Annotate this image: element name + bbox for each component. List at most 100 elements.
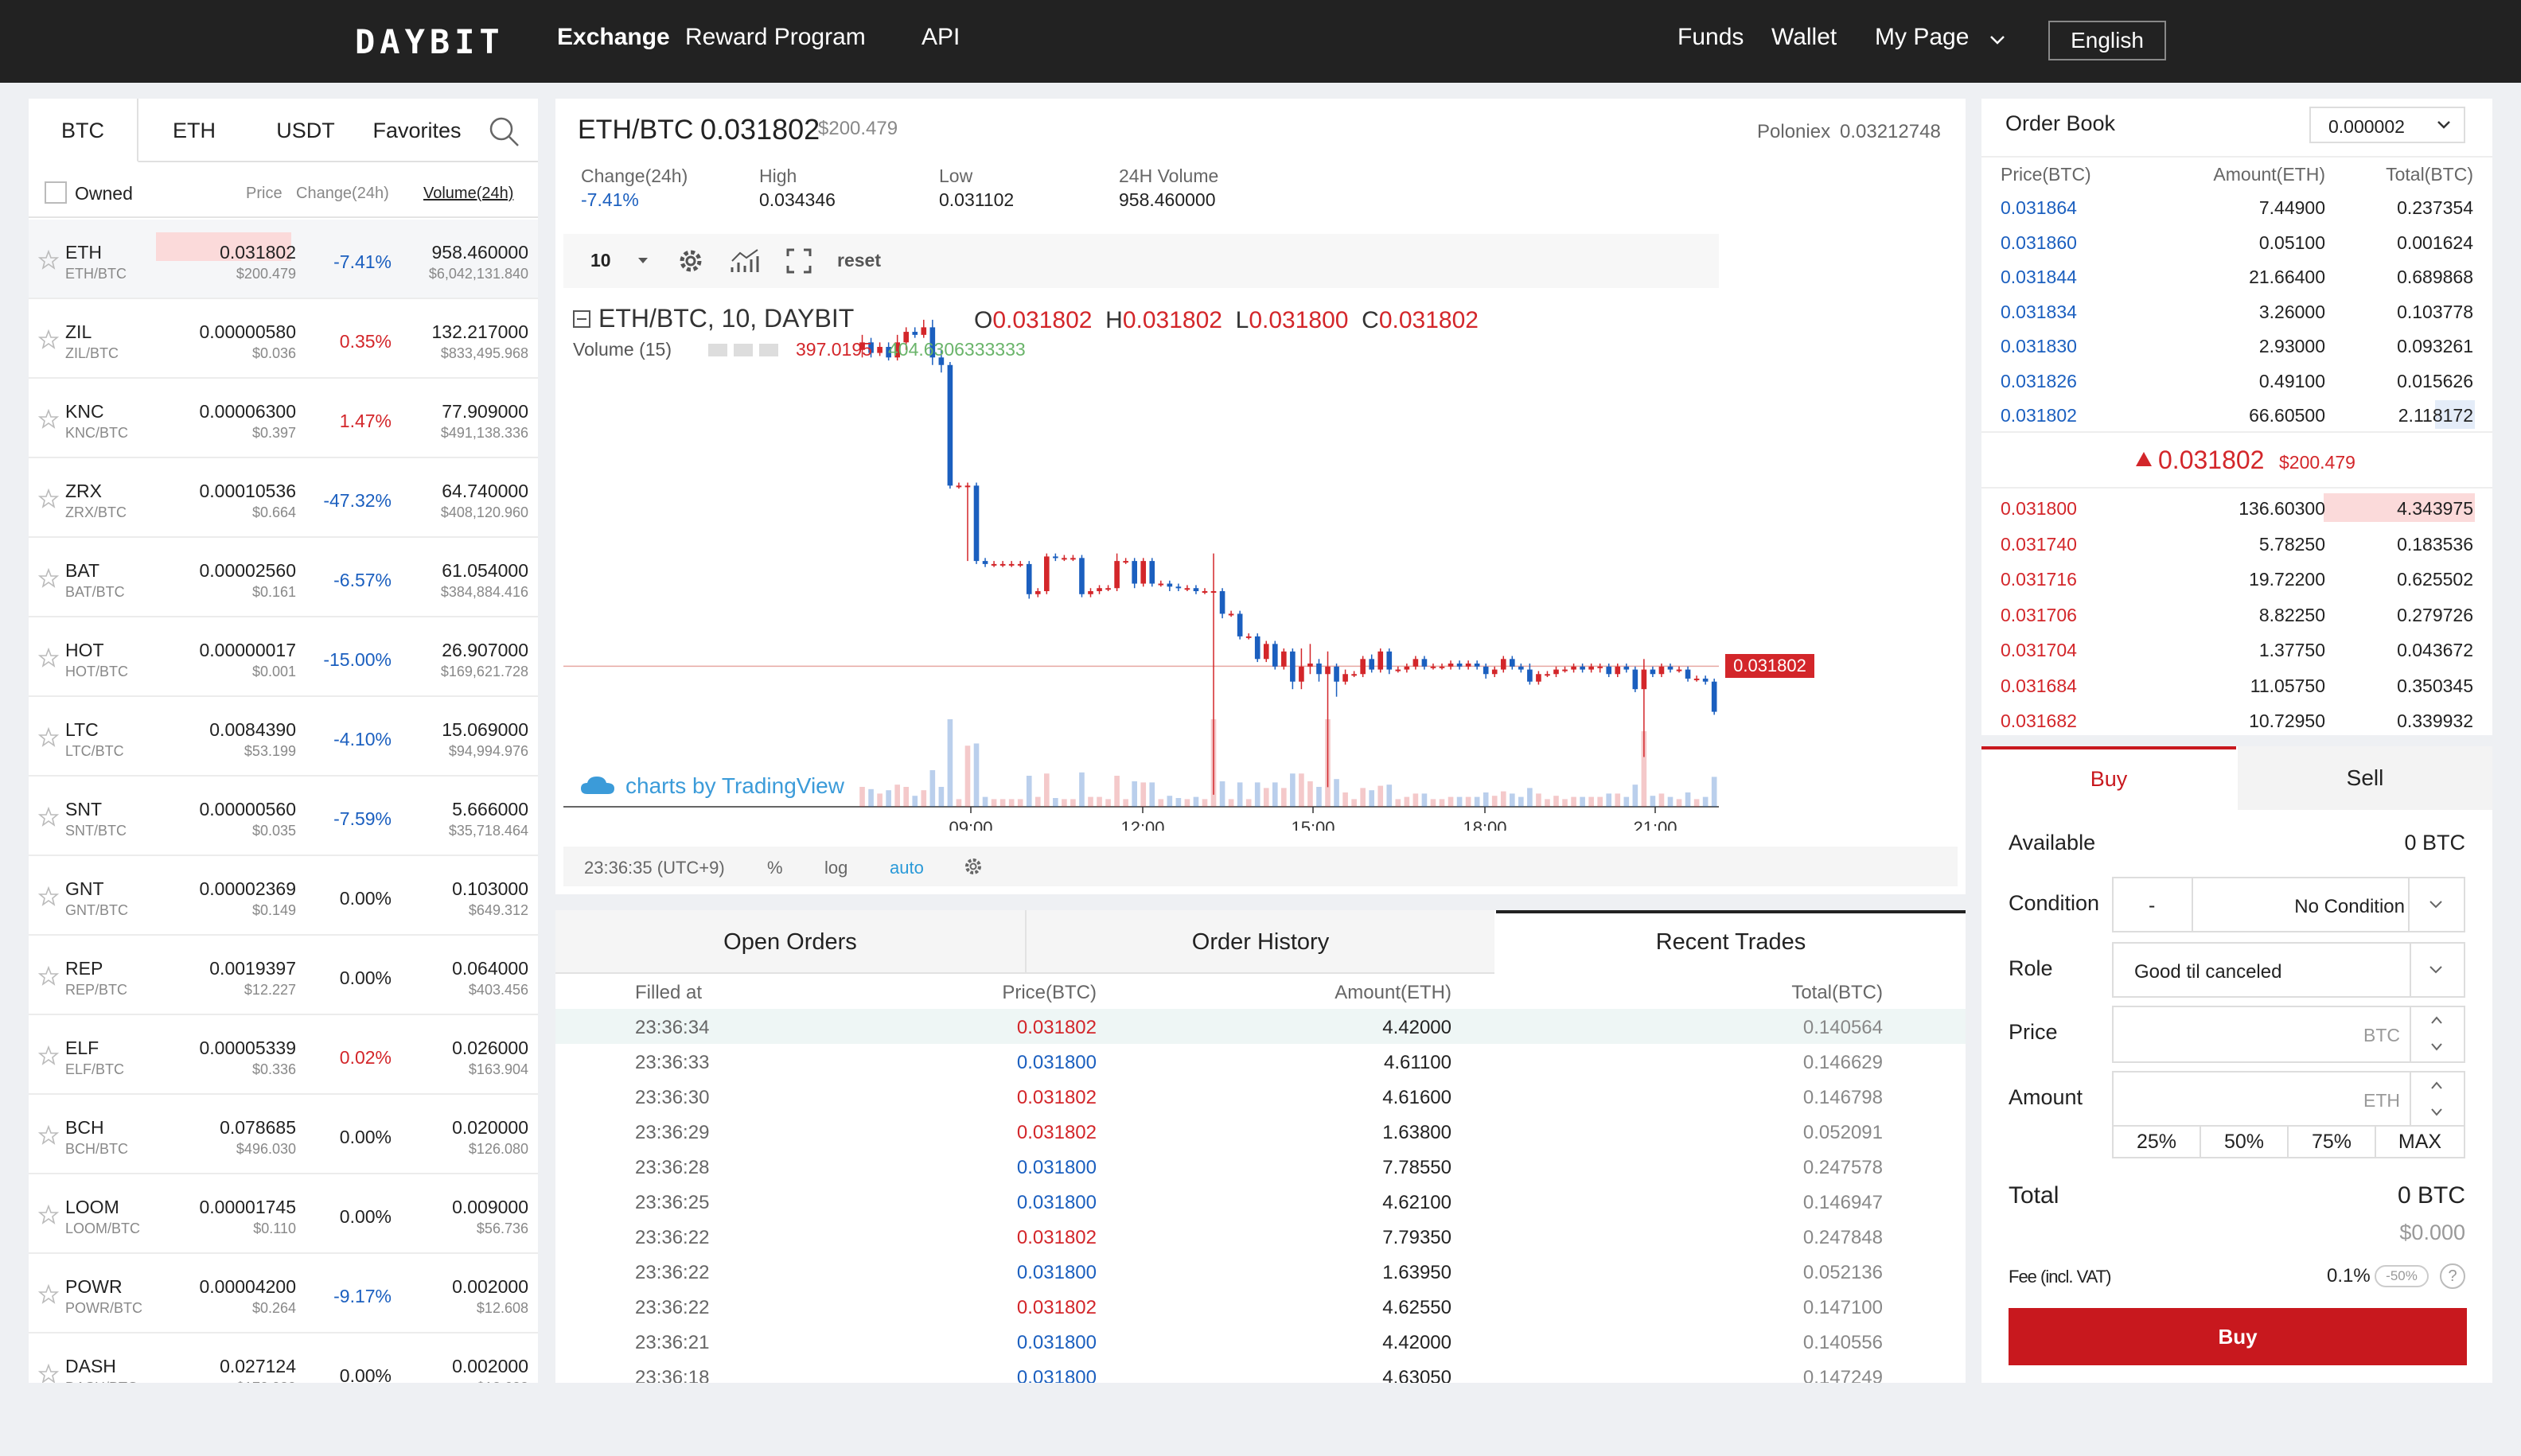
star-icon[interactable] <box>38 1364 59 1383</box>
market-row[interactable]: SNT SNT/BTC 0.00000560 $0.035 -7.59% 5.666000… <box>29 777 538 856</box>
star-icon[interactable] <box>38 966 59 987</box>
change-header[interactable]: Change(24h) <box>296 185 389 203</box>
order-book-ask-row[interactable]: 0.031826 0.49100 0.015626 <box>1981 363 2492 398</box>
percent-toggle[interactable]: % <box>767 858 783 878</box>
nav-my-page[interactable]: My Page <box>1875 24 1969 51</box>
volume-bar <box>947 719 953 807</box>
role-select[interactable]: Good til canceled <box>2112 942 2465 998</box>
tab-order-history[interactable]: Order History <box>1025 910 1494 974</box>
market-row[interactable]: KNC KNC/BTC 0.00006300 $0.397 1.47% 77.909000… <box>29 379 538 458</box>
language-selector[interactable]: English <box>2048 21 2166 60</box>
star-icon[interactable] <box>38 1205 59 1225</box>
order-book-bid-row[interactable]: 0.031682 10.72950 0.339932 <box>1981 703 2492 735</box>
star-icon[interactable] <box>38 1125 59 1146</box>
search-icon[interactable] <box>487 115 520 148</box>
nav-reward-program[interactable]: Reward Program <box>685 24 866 51</box>
tab-favorites[interactable]: Favorites <box>361 99 473 162</box>
log-toggle[interactable]: log <box>824 858 847 878</box>
auto-toggle[interactable]: auto <box>890 858 924 878</box>
chart-settings-gear-icon[interactable] <box>963 856 984 877</box>
star-icon[interactable] <box>38 489 59 509</box>
legend-settings-icons[interactable] <box>707 342 780 358</box>
market-row[interactable]: LOOM LOOM/BTC 0.00001745 $0.110 0.00% 0.00900… <box>29 1174 538 1254</box>
nav-funds[interactable]: Funds <box>1677 24 1744 51</box>
star-icon[interactable] <box>38 329 59 350</box>
order-book-ask-row[interactable]: 0.031860 0.05100 0.001624 <box>1981 224 2492 259</box>
market-row[interactable]: HOT HOT/BTC 0.00000017 $0.001 -15.00% 26.9070… <box>29 617 538 697</box>
market-row[interactable]: LTC LTC/BTC 0.0084390 $53.199 -4.10% 15.06900… <box>29 697 538 777</box>
pct-max-button[interactable]: MAX <box>2375 1125 2465 1158</box>
star-icon[interactable] <box>38 807 59 827</box>
order-book-ask-row[interactable]: 0.031802 66.60500 2.118172 <box>1981 397 2492 432</box>
buy-submit-button[interactable]: Buy <box>2009 1308 2467 1365</box>
market-row[interactable]: GNT GNT/BTC 0.00002369 $0.149 0.00% 0.103000 $… <box>29 856 538 936</box>
order-book-bid-row[interactable]: 0.031800 136.60300 4.343975 <box>1981 490 2492 525</box>
market-row[interactable]: BAT BAT/BTC 0.00002560 $0.161 -6.57% 61.05400… <box>29 538 538 617</box>
fullscreen-icon[interactable] <box>785 247 813 275</box>
candle-body <box>1606 666 1612 675</box>
price-input[interactable]: BTC <box>2112 1006 2465 1063</box>
star-icon[interactable] <box>38 886 59 907</box>
tab-recent-trades[interactable]: Recent Trades <box>1496 910 1966 974</box>
collapse-legend-icon[interactable] <box>573 310 590 328</box>
order-book-ask-row[interactable]: 0.031834 3.26000 0.103778 <box>1981 294 2492 329</box>
fee-help-icon[interactable]: ? <box>2440 1263 2465 1289</box>
price-chart[interactable]: 0.0340000.0335000.0330000.0325000.032000… <box>563 290 1719 831</box>
nav-wallet[interactable]: Wallet <box>1771 24 1837 51</box>
order-book-ask-row[interactable]: 0.031844 21.66400 0.689868 <box>1981 259 2492 294</box>
stepper-down-icon[interactable] <box>2429 1041 2445 1053</box>
nav-api[interactable]: API <box>922 24 960 51</box>
market-row[interactable]: POWR POWR/BTC 0.00004200 $0.264 -9.17% 0.0020… <box>29 1254 538 1333</box>
order-book-bid-row[interactable]: 0.031716 19.72200 0.625502 <box>1981 561 2492 596</box>
star-icon[interactable] <box>38 648 59 668</box>
owned-checkbox[interactable] <box>45 181 67 204</box>
order-book-bid-row[interactable]: 0.031706 8.82250 0.279726 <box>1981 597 2492 632</box>
star-icon[interactable] <box>38 1045 59 1066</box>
tab-eth[interactable]: ETH <box>138 99 250 162</box>
star-icon[interactable] <box>38 409 59 430</box>
condition-operator[interactable]: - <box>2112 877 2193 932</box>
interval-selector[interactable]: 10 <box>590 250 611 271</box>
market-row[interactable]: DASH DASH/BTC 0.027124 $170.989 0.00% 0.00200… <box>29 1333 538 1383</box>
market-row[interactable]: ETH ETH/BTC 0.031802 $200.479 -7.41% 958.4600… <box>29 220 538 299</box>
market-row[interactable]: ZIL ZIL/BTC 0.00000580 $0.036 0.35% 132.21700… <box>29 299 538 379</box>
gear-icon[interactable] <box>676 247 705 275</box>
daybit-logo[interactable]: DAYBIT <box>355 21 505 62</box>
reset-button[interactable]: reset <box>837 250 881 271</box>
market-symbol: GNT <box>65 878 104 899</box>
tab-buy[interactable]: Buy <box>1981 746 2236 810</box>
interval-dropdown-icon[interactable] <box>637 256 649 266</box>
stepper-up-icon[interactable] <box>2429 1079 2445 1092</box>
market-row[interactable]: BCH BCH/BTC 0.078685 $496.030 0.00% 0.020000 $… <box>29 1095 538 1174</box>
volume-header[interactable]: Volume(24h) <box>423 185 513 203</box>
chevron-down-icon[interactable] <box>1986 29 2009 51</box>
order-book-bid-row[interactable]: 0.031740 5.78250 0.183536 <box>1981 526 2492 561</box>
market-row[interactable]: ZRX ZRX/BTC 0.00010536 $0.664 -47.32% 64.7400… <box>29 458 538 538</box>
star-icon[interactable] <box>38 1284 59 1305</box>
pct-75-button[interactable]: 75% <box>2287 1125 2376 1158</box>
tab-open-orders[interactable]: Open Orders <box>555 910 1025 974</box>
star-icon[interactable] <box>38 727 59 748</box>
amount-input[interactable]: ETH <box>2112 1071 2465 1127</box>
indicators-icon[interactable] <box>729 247 761 275</box>
nav-exchange[interactable]: Exchange <box>557 24 670 51</box>
precision-selector[interactable]: 0.000002 <box>2309 107 2465 143</box>
pct-50-button[interactable]: 50% <box>2200 1125 2289 1158</box>
market-row[interactable]: ELF ELF/BTC 0.00005339 $0.336 0.02% 0.026000 $… <box>29 1015 538 1095</box>
trade-amount: 4.42000 <box>1382 1017 1451 1038</box>
price-header[interactable]: Price <box>246 185 282 203</box>
tab-sell[interactable]: Sell <box>2238 746 2492 810</box>
order-book-ask-row[interactable]: 0.031830 2.93000 0.093261 <box>1981 328 2492 363</box>
star-icon[interactable] <box>38 568 59 589</box>
condition-select[interactable]: No Condition <box>2192 877 2465 932</box>
stepper-up-icon[interactable] <box>2429 1014 2445 1026</box>
star-icon[interactable] <box>38 250 59 271</box>
order-book-bid-row[interactable]: 0.031704 1.37750 0.043672 <box>1981 632 2492 667</box>
order-book-bid-row[interactable]: 0.031684 11.05750 0.350345 <box>1981 668 2492 703</box>
order-book-ask-row[interactable]: 0.031864 7.44900 0.237354 <box>1981 189 2492 224</box>
stepper-down-icon[interactable] <box>2429 1106 2445 1119</box>
pct-25-button[interactable]: 25% <box>2112 1125 2201 1158</box>
tab-usdt[interactable]: USDT <box>250 99 361 162</box>
market-row[interactable]: REP REP/BTC 0.0019397 $12.227 0.00% 0.064000 $… <box>29 936 538 1015</box>
tab-btc[interactable]: BTC <box>29 99 138 162</box>
